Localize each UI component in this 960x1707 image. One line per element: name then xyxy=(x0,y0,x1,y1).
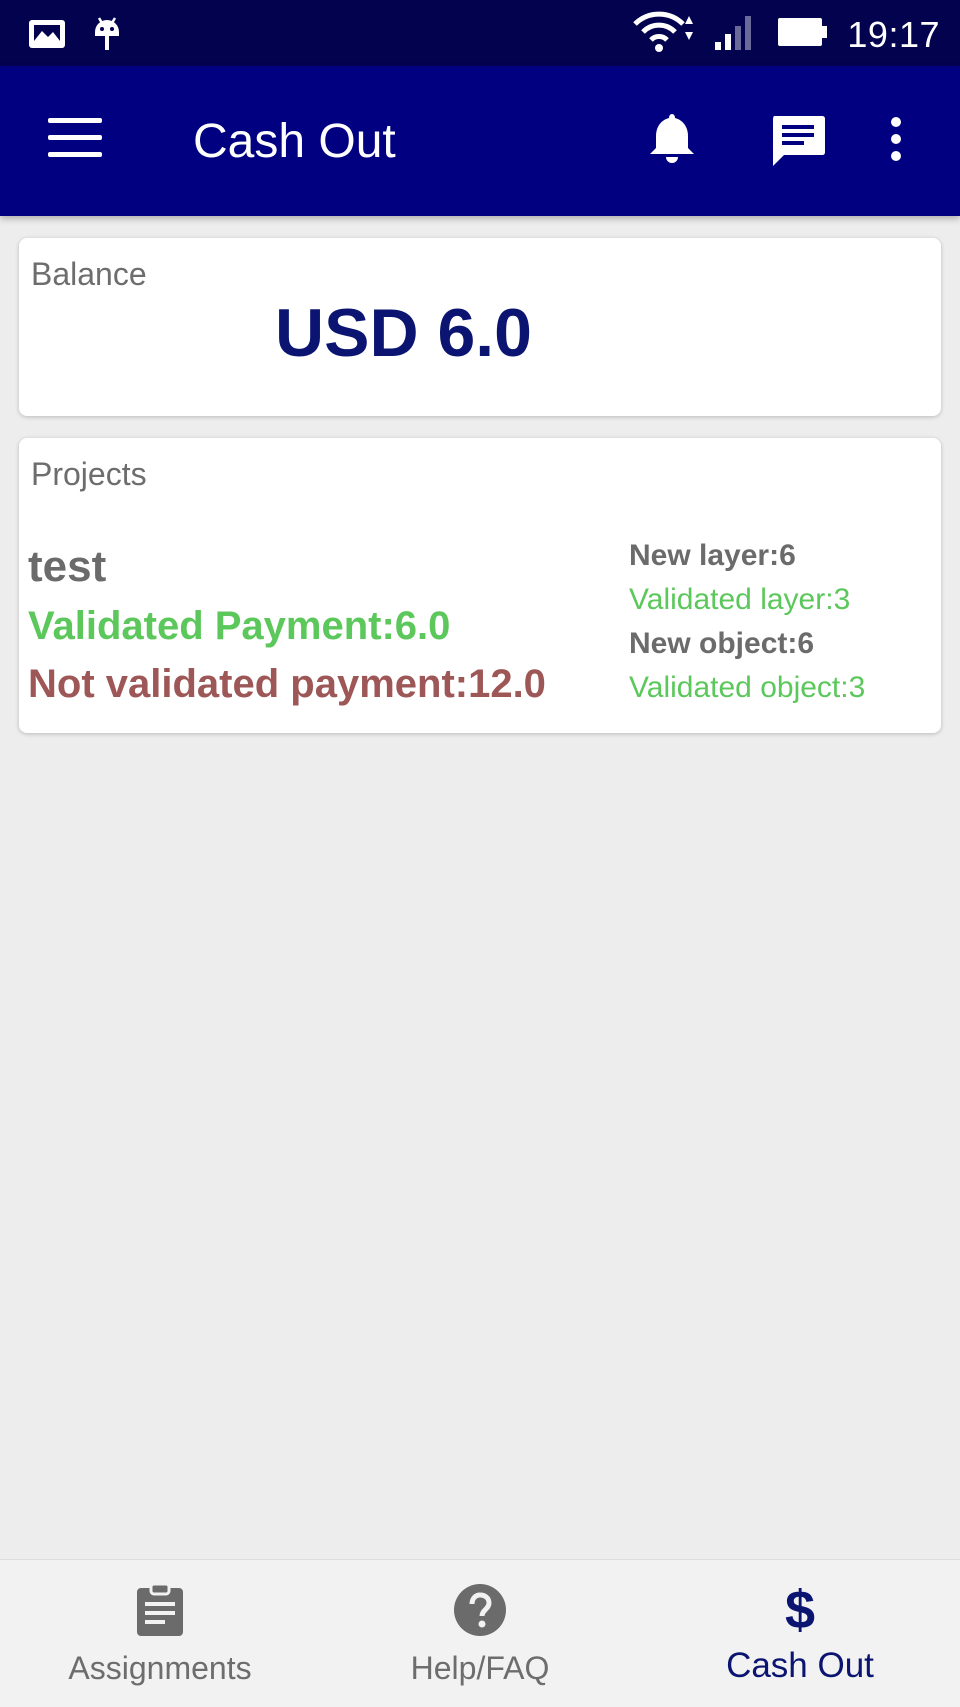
page-title: Cash Out xyxy=(193,115,396,168)
help-icon xyxy=(452,1582,508,1643)
new-layer-stat: New layer:6 xyxy=(629,539,796,572)
balance-label: Balance xyxy=(31,256,147,292)
bell-icon[interactable] xyxy=(648,112,696,171)
dollar-icon: $ xyxy=(780,1580,820,1643)
status-time: 19:17 xyxy=(847,13,940,55)
project-name: test xyxy=(28,542,107,591)
nav-item-help[interactable]: Help/FAQ xyxy=(320,1560,640,1707)
nav-label-cash-out: Cash Out xyxy=(726,1646,874,1685)
nav-label-help: Help/FAQ xyxy=(410,1650,550,1686)
image-icon xyxy=(28,19,66,54)
validated-layer-stat: Validated layer:3 xyxy=(629,583,851,616)
clipboard-icon xyxy=(135,1582,185,1643)
nav-item-cash-out[interactable]: $ Cash Out xyxy=(640,1560,960,1707)
validated-payment: Validated Payment:6.0 xyxy=(28,604,451,648)
app-bar: Cash Out xyxy=(0,66,960,216)
signal-icon xyxy=(713,12,759,57)
project-stats: New layer:6 Validated layer:3 New object… xyxy=(629,534,865,710)
bottom-navigation: Assignments Help/FAQ $ Cash Out xyxy=(0,1559,960,1707)
balance-value: USD 6.0 xyxy=(275,295,532,371)
nav-label-assignments: Assignments xyxy=(68,1650,252,1686)
not-validated-payment: Not validated payment:12.0 xyxy=(28,662,546,706)
validated-object-stat: Validated object:3 xyxy=(629,671,866,704)
nav-item-assignments[interactable]: Assignments xyxy=(0,1560,320,1707)
status-bar: 19:17 xyxy=(0,0,960,66)
more-vert-icon[interactable] xyxy=(884,114,908,169)
projects-label: Projects xyxy=(31,456,147,492)
wifi-icon xyxy=(633,10,695,59)
new-object-stat: New object:6 xyxy=(629,627,815,660)
svg-text:$: $ xyxy=(785,1582,815,1638)
android-icon xyxy=(92,14,122,59)
battery-icon xyxy=(777,16,829,53)
chat-icon[interactable] xyxy=(770,114,826,173)
projects-card[interactable]: Projects test Validated Payment:6.0 Not … xyxy=(19,438,941,733)
balance-card: Balance USD 6.0 xyxy=(19,238,941,416)
menu-icon[interactable] xyxy=(48,118,102,162)
